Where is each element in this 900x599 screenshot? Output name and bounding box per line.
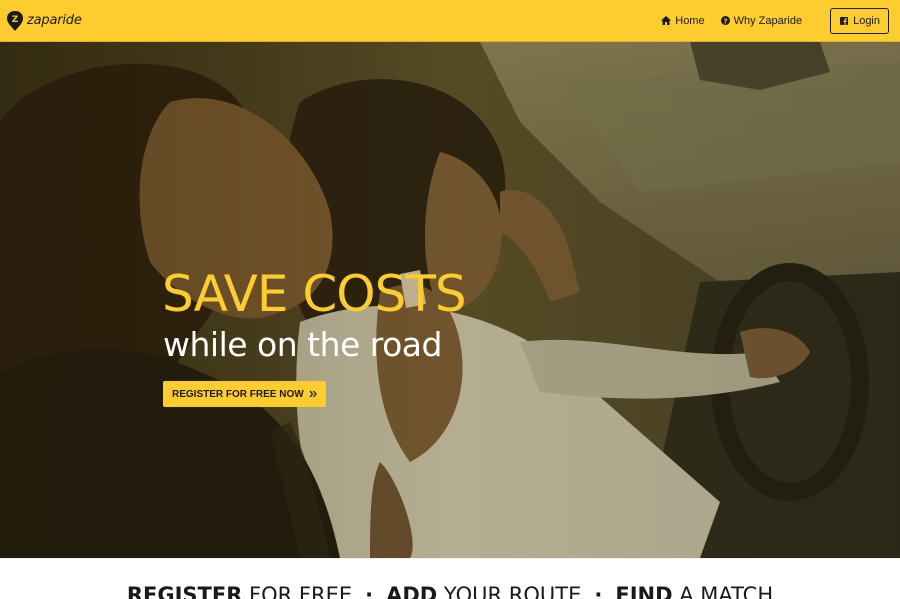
main-nav: Home ? Why Zaparide Login <box>661 7 889 34</box>
step-register-rest: FOR FREE <box>242 583 353 599</box>
login-button-label: Login <box>853 14 880 27</box>
step-find-match-strong: FIND <box>615 583 673 599</box>
step-find-match: FIND A MATCH <box>615 583 773 599</box>
nav-home-label: Home <box>675 14 705 27</box>
double-chevron-right-icon <box>309 390 317 398</box>
brand-name: zaparide <box>27 13 82 28</box>
svg-text:Z: Z <box>12 15 19 25</box>
nav-why-zaparide[interactable]: ? Why Zaparide <box>720 14 803 27</box>
step-add-route-strong: ADD <box>386 583 438 599</box>
hero-subtitle: while on the road <box>163 325 442 364</box>
nav-why-zaparide-label: Why Zaparide <box>733 14 803 27</box>
how-it-works-steps: REGISTER FOR FREE · ADD YOUR ROUTE · FIN… <box>0 558 900 599</box>
step-add-route-rest: YOUR ROUTE <box>437 583 582 599</box>
step-add-route: ADD YOUR ROUTE <box>386 583 581 599</box>
step-register-strong: REGISTER <box>126 583 243 599</box>
nav-home[interactable]: Home <box>661 14 705 27</box>
brand[interactable]: Z zaparide <box>6 10 82 32</box>
login-button[interactable]: Login <box>830 7 889 34</box>
step-separator: · <box>594 583 603 599</box>
hero-title: SAVE COSTS <box>162 265 467 323</box>
facebook-icon <box>840 16 849 25</box>
svg-text:?: ? <box>723 17 727 25</box>
register-free-button[interactable]: REGISTER FOR FREE NOW <box>163 381 326 407</box>
zaparide-logo-icon: Z <box>7 10 23 31</box>
top-navbar: Z zaparide Home ? Why Zaparide Login <box>0 0 900 42</box>
step-register: REGISTER FOR FREE <box>127 583 352 599</box>
hero-banner: SAVE COSTS while on the road REGISTER FO… <box>0 42 900 558</box>
question-circle-icon: ? <box>720 16 730 25</box>
step-find-match-rest: A MATCH <box>672 583 774 599</box>
register-free-button-label: REGISTER FOR FREE NOW <box>172 388 304 400</box>
home-icon <box>661 16 672 25</box>
step-separator: · <box>365 583 374 599</box>
